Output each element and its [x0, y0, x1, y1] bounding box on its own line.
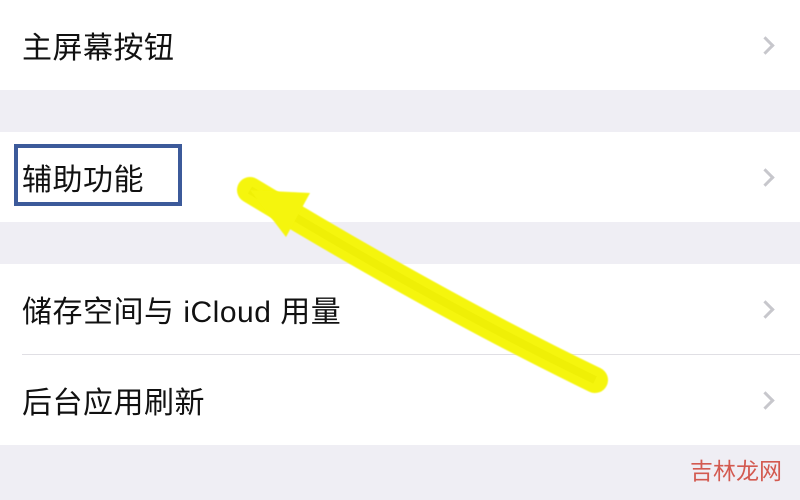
settings-group-top: 主屏幕按钮 [0, 0, 800, 90]
row-accessibility[interactable]: 辅助功能 [0, 132, 800, 222]
chevron-right-icon [756, 300, 774, 318]
row-background-refresh-label: 后台应用刷新 [22, 378, 205, 422]
chevron-right-icon [756, 36, 774, 54]
row-storage-icloud-label: 储存空间与 iCloud 用量 [22, 287, 341, 331]
settings-group-bottom: 储存空间与 iCloud 用量 后台应用刷新 [0, 264, 800, 445]
row-storage-icloud[interactable]: 储存空间与 iCloud 用量 [0, 264, 800, 354]
row-accessibility-label: 辅助功能 [22, 155, 144, 199]
chevron-right-icon [756, 168, 774, 186]
settings-list: 主屏幕按钮 辅助功能 储存空间与 iCloud 用量 后台应用刷新 [0, 0, 800, 445]
row-home-button-label: 主屏幕按钮 [22, 23, 175, 67]
chevron-right-icon [756, 391, 774, 409]
row-home-button[interactable]: 主屏幕按钮 [0, 0, 800, 90]
watermark-text: 吉林龙网 [690, 452, 782, 486]
settings-group-mid: 辅助功能 [0, 132, 800, 222]
row-background-refresh[interactable]: 后台应用刷新 [0, 355, 800, 445]
